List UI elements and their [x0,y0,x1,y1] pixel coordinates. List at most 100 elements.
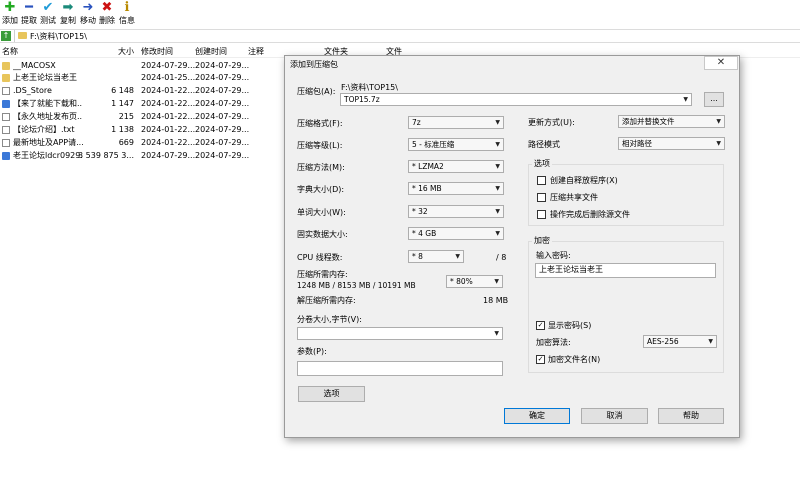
split-size-label: 分卷大小,字节(V): [297,315,362,324]
split-size-combo[interactable]: ▼ [297,327,503,340]
file-row[interactable]: 【来了就能下载和... 1 147 2024-01-22... 2024-07-… [0,98,284,110]
info-icon: ℹ [124,0,130,15]
word-size-value: * 32 [412,207,428,216]
extract-button[interactable]: ━ 提取 [19,0,39,28]
cpu-threads-label: CPU 线程数: [297,253,343,262]
sfx-label[interactable]: 创建自释放程序(X) [550,176,618,186]
file-created: 2024-07-29... [195,86,250,95]
column-name[interactable]: 名称 [2,47,18,57]
file-modified: 2024-01-22... [141,125,196,134]
copy-button[interactable]: ➡ 复制 [58,0,78,28]
show-password-checkbox[interactable] [536,321,545,330]
memory-percent-select[interactable]: * 80% ▼ [446,275,503,288]
solid-size-value: * 4 GB [412,229,437,238]
cancel-button[interactable]: 取消 [581,408,648,424]
info-button-label: 信息 [119,16,135,25]
toolbar: ✚ 添加 ━ 提取 ✔ 测试 ➡ 复制 ➜ 移动 ✖ 删除 ℹ 信息 [0,0,800,28]
options-button[interactable]: 选项 [298,386,365,402]
word-size-select[interactable]: * 32 ▼ [408,205,504,218]
encryption-method-select[interactable]: AES-256 ▼ [643,335,717,348]
info-button[interactable]: ℹ 信息 [117,0,137,28]
file-name: 上老王论坛当老王 [13,73,77,82]
format-select[interactable]: 7z ▼ [408,116,504,129]
test-button[interactable]: ✔ 测试 [38,0,58,28]
delete-after-label[interactable]: 操作完成后删除源文件 [550,210,630,220]
show-password-label[interactable]: 显示密码(S) [548,321,591,331]
close-button[interactable]: ✕ [704,56,738,70]
chevron-down-icon: ▼ [683,96,688,103]
file-name: .DS_Store [13,86,52,95]
params-input[interactable] [297,361,503,376]
up-folder-icon[interactable]: ↑ [1,31,11,41]
folder-icon [2,74,10,82]
format-value: 7z [412,118,421,127]
chevron-down-icon: ▼ [494,330,499,337]
copy-button-label: 复制 [60,16,76,25]
chevron-down-icon: ▼ [495,185,500,192]
memory-percent-value: * 80% [450,277,473,286]
file-created: 2024-07-29... [195,138,250,147]
file-created: 2024-07-29... [195,125,250,134]
move-button[interactable]: ➜ 移动 [78,0,98,28]
add-button[interactable]: ✚ 添加 [0,0,20,28]
file-icon [2,126,10,134]
ok-button[interactable]: 确定 [504,408,570,424]
column-size[interactable]: 大小 [118,47,134,57]
extract-button-label: 提取 [21,16,37,25]
file-row[interactable]: __MACOSX 2024-07-29... 2024-07-29... [0,60,284,72]
path-mode-select[interactable]: 相对路径 ▼ [618,137,725,150]
archive-dir: F:\资料\TOP15\ [341,83,398,92]
path-mode-label: 路径模式 [528,140,560,149]
encryption-group-title: 加密 [532,236,552,246]
file-name: __MACOSX [13,61,56,70]
dictionary-value: * 16 MB [412,184,442,193]
file-name: 【论坛介绍】.txt [13,125,75,134]
delete-button[interactable]: ✖ 删除 [97,0,117,28]
memory-label: 压缩所需内存: [297,270,348,279]
file-name: 老王论坛ldcr0929... [13,151,83,160]
file-size: 6 148 [111,86,134,95]
word-size-label: 单词大小(W): [297,208,346,217]
delete-button-label: 删除 [99,16,115,25]
archive-name-combo[interactable]: TOP15.7z ▼ [340,93,692,106]
file-modified: 2024-01-22... [141,138,196,147]
file-size: 1 138 [111,125,134,134]
file-size: 3 539 875 3... [78,151,134,160]
plus-icon: ✚ [4,0,16,15]
file-name: 【永久地址发布页... [13,112,83,121]
column-created[interactable]: 创建时间 [195,47,227,57]
sfx-checkbox[interactable] [537,176,546,185]
file-row[interactable]: 【永久地址发布页... 215 2024-01-22... 2024-07-29… [0,111,284,123]
browse-button[interactable]: ... [704,92,724,107]
archive-name-value: TOP15.7z [344,95,380,104]
password-input[interactable]: 上老王论坛当老王 [535,263,716,278]
chevron-down-icon: ▼ [716,118,721,125]
cpu-threads-select[interactable]: * 8 ▼ [408,250,464,263]
file-row[interactable]: 上老王论坛当老王 2024-01-25... 2024-07-29... [0,72,284,84]
archive-label: 压缩包(A): [297,87,336,96]
encrypt-names-label[interactable]: 加密文件名(N) [548,355,600,365]
solid-size-select[interactable]: * 4 GB ▼ [408,227,504,240]
dictionary-select[interactable]: * 16 MB ▼ [408,182,504,195]
update-mode-select[interactable]: 添加并替换文件 ▼ [618,115,725,128]
shared-files-checkbox[interactable] [537,193,546,202]
shared-files-label[interactable]: 压缩共享文件 [550,193,598,203]
file-row[interactable]: 【论坛介绍】.txt 1 138 2024-01-22... 2024-07-2… [0,124,284,136]
delete-after-checkbox[interactable] [537,210,546,219]
help-button[interactable]: 帮助 [658,408,724,424]
chevron-down-icon: ▼ [495,230,500,237]
column-comment[interactable]: 注释 [248,47,264,57]
file-row[interactable]: .DS_Store 6 148 2024-01-22... 2024-07-29… [0,85,284,97]
decompress-memory-value: 18 MB [483,296,509,305]
file-icon [2,139,10,147]
file-row[interactable]: 老王论坛ldcr0929... 3 539 875 3... 2024-07-2… [0,150,284,162]
column-modified[interactable]: 修改时间 [141,47,173,57]
file-row[interactable]: 最新地址及APP请... 669 2024-01-22... 2024-07-2… [0,137,284,149]
path-mode-value: 相对路径 [622,139,652,148]
encrypt-names-checkbox[interactable] [536,355,545,364]
method-select[interactable]: * LZMA2 ▼ [408,160,504,173]
level-select[interactable]: 5 - 标准压缩 ▼ [408,138,504,151]
file-modified: 2024-01-22... [141,99,196,108]
address-path[interactable]: F:\资料\TOP15\ [30,31,87,42]
file-icon [2,113,10,121]
